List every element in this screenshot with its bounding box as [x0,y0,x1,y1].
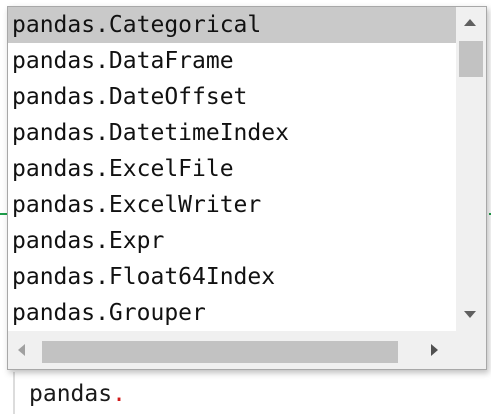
autocomplete-item[interactable]: pandas.DatetimeIndex [8,115,456,151]
triangle-up-icon[interactable] [464,19,476,26]
triangle-right-icon[interactable] [431,344,438,356]
autocomplete-item[interactable]: pandas.Expr [8,223,456,259]
autocomplete-item[interactable]: pandas.Categorical [8,7,456,43]
autocomplete-item[interactable]: pandas.ExcelFile [8,151,456,187]
horizontal-scroll-thumb[interactable] [42,341,398,363]
triangle-down-icon[interactable] [464,311,476,318]
code-dot: . [112,381,126,407]
autocomplete-item[interactable]: pandas.ExcelWriter [8,187,456,223]
horizontal-scrollbar[interactable] [8,331,456,369]
autocomplete-item[interactable]: pandas.DateOffset [8,79,456,115]
code-line[interactable]: pandas. [29,378,126,410]
vertical-scroll-thumb[interactable] [459,41,483,77]
vertical-scrollbar[interactable] [456,7,486,331]
autocomplete-item[interactable]: pandas.Grouper [8,295,456,331]
scrollbar-corner [456,331,486,369]
code-identifier: pandas [29,381,113,407]
autocomplete-item[interactable]: pandas.DataFrame [8,43,456,79]
autocomplete-popup[interactable]: pandas.Categorical pandas.DataFrame pand… [7,6,487,370]
autocomplete-item[interactable]: pandas.Float64Index [8,259,456,295]
autocomplete-list[interactable]: pandas.Categorical pandas.DataFrame pand… [8,7,456,331]
code-editor[interactable]: pandas. pandas.Categorical pandas.DataFr… [0,0,491,414]
gutter-guide [13,372,15,414]
triangle-left-icon[interactable] [18,344,25,356]
